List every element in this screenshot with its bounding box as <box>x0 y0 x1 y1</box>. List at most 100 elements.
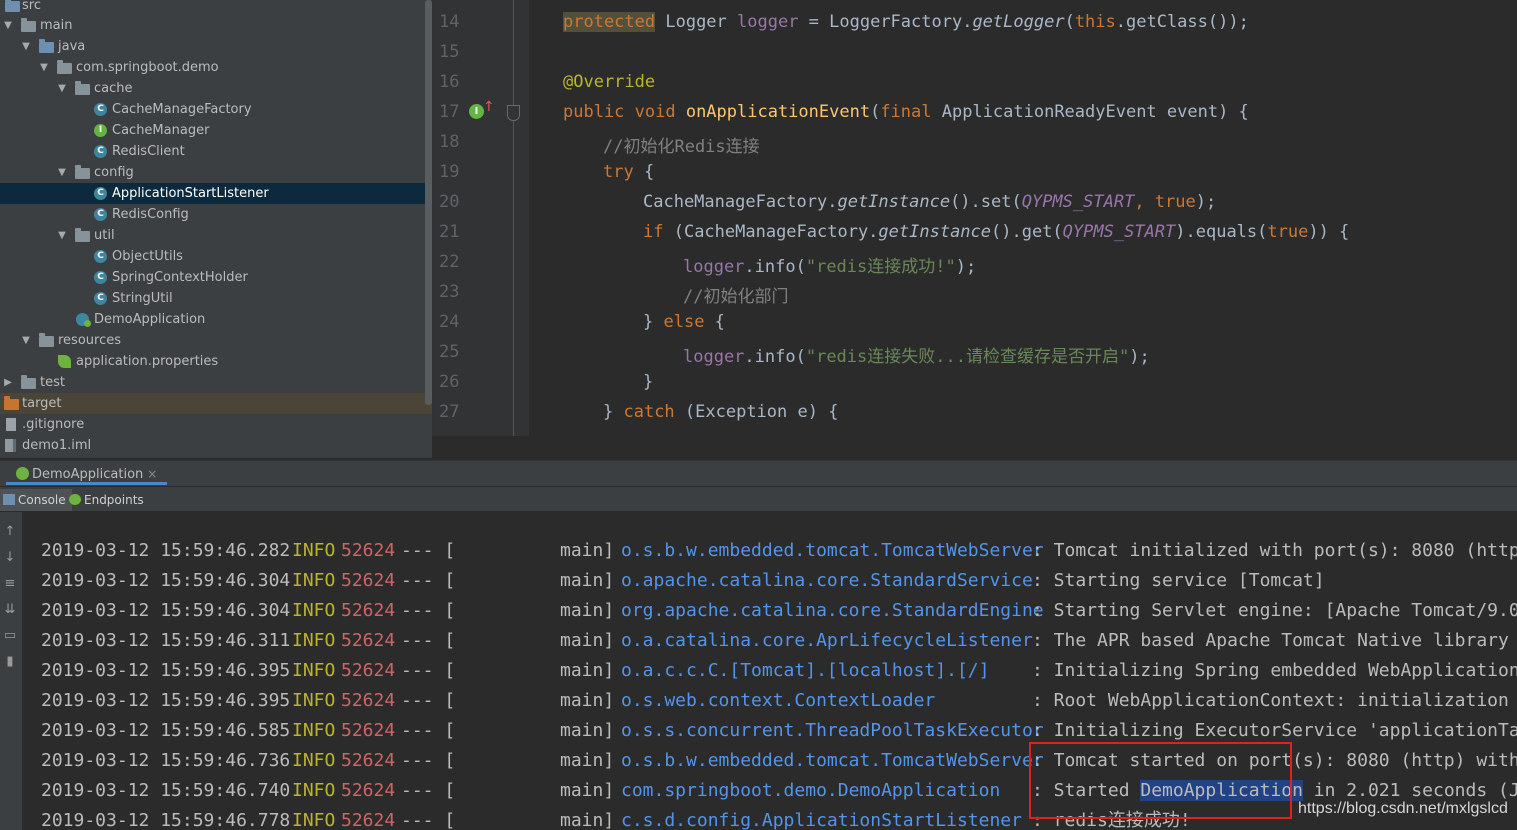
close-icon[interactable]: × <box>147 467 157 481</box>
code-line-20: CacheManageFactory.getInstance().set(QYP… <box>643 192 1217 212</box>
class-icon: C <box>94 187 107 200</box>
tree-item-applicationstartlistener[interactable]: C ApplicationStartListener <box>0 183 432 204</box>
console-icon <box>3 494 15 505</box>
expand-arrow-icon[interactable]: ▼ <box>2 15 14 36</box>
log-line: 2019-03-12 15:59:46.304 INFO 52624 --- [mai… <box>41 600 1517 621</box>
iml-file-icon <box>5 439 16 452</box>
spring-boot-run-icon <box>16 467 29 480</box>
editor-gutter: 14 15 16 17 18 19 20 21 22 23 24 25 26 2… <box>433 0 529 436</box>
log-logger-link[interactable]: com.springboot.demo.DemoApplication <box>621 776 1000 806</box>
tree-item-cache[interactable]: ▼ cache <box>0 78 432 99</box>
tree-item-test[interactable]: ▶ test <box>0 372 432 393</box>
expand-arrow-icon[interactable]: ▼ <box>20 36 32 57</box>
go-to-super-arrow-icon[interactable]: ↑ <box>483 99 495 115</box>
code-line-18: //初始化Redis连接 <box>603 137 760 157</box>
line-number: 16 <box>439 72 460 92</box>
log-line-started: 2019-03-12 15:59:46.740 INFO 52624 --- [mai… <box>22 746 1517 801</box>
code-editor[interactable]: 14 15 16 17 18 19 20 21 22 23 24 25 26 2… <box>432 0 1517 436</box>
tree-item-redisconfig[interactable]: C RedisConfig <box>0 204 432 225</box>
scroll-to-end-icon[interactable]: ⇊ <box>2 602 18 618</box>
class-icon: C <box>94 292 107 305</box>
excluded-folder-icon <box>4 396 19 410</box>
file-icon <box>6 418 16 431</box>
tree-item-demoapplication[interactable]: DemoApplication <box>0 309 432 330</box>
line-number: 23 <box>439 282 460 302</box>
code-line-27: } catch (Exception e) { <box>603 402 839 422</box>
class-icon: C <box>94 250 107 263</box>
line-number: 17 <box>439 102 460 122</box>
package-icon <box>75 165 90 179</box>
tree-item-redisclient[interactable]: C RedisClient <box>0 141 432 162</box>
tree-item-config[interactable]: ▼ config <box>0 162 432 183</box>
class-icon: C <box>94 103 107 116</box>
log-line: 2019-03-12 15:59:46.311 INFO 52624 --- [mai… <box>41 630 1509 651</box>
tree-item-gitignore[interactable]: .gitignore <box>0 414 432 435</box>
line-number: 21 <box>439 222 460 242</box>
annotation-highlight-box <box>1029 742 1292 819</box>
fold-marker-icon[interactable] <box>507 105 520 121</box>
line-number: 15 <box>439 42 460 62</box>
tree-item-stringutil[interactable]: C StringUtil <box>0 288 432 309</box>
expand-arrow-icon[interactable]: ▼ <box>56 78 68 99</box>
line-number: 25 <box>439 342 460 362</box>
tree-item-main[interactable]: ▼ main <box>0 15 432 36</box>
tree-item-package-root[interactable]: ▼ com.springboot.demo <box>0 57 432 78</box>
package-icon <box>57 60 72 74</box>
expand-arrow-icon[interactable]: ▼ <box>56 162 68 183</box>
folder-icon <box>21 18 36 32</box>
scroll-down-icon[interactable]: ↓ <box>2 550 18 566</box>
log-line: 2019-03-12 15:59:46.395 INFO 52624 --- [mai… <box>41 690 1517 711</box>
tree-scrollbar[interactable] <box>425 0 432 405</box>
tree-item-src[interactable]: src <box>0 0 432 16</box>
collapse-arrow-icon[interactable]: ▶ <box>2 372 14 393</box>
line-number: 18 <box>439 132 460 152</box>
tab-endpoints[interactable]: Endpoints <box>66 489 150 511</box>
code-line-21: if (CacheManageFactory.getInstance().get… <box>643 222 1350 242</box>
soft-wrap-icon[interactable]: ≡ <box>2 576 18 592</box>
tree-item-springcontextholder[interactable]: C SpringContextHolder <box>0 267 432 288</box>
interface-icon: I <box>94 124 107 137</box>
log-line-redis: 2019-03-12 15:59:46.778 INFO 52624 --- [mai… <box>22 776 1191 830</box>
spring-leaf-icon <box>58 355 71 368</box>
console-output[interactable]: 2019-03-12 15:59:46.282 INFO 52624 --- [mai… <box>22 512 1517 830</box>
code-line-23: //初始化部门 <box>683 287 789 307</box>
tree-item-resources[interactable]: ▼ resources <box>0 330 432 351</box>
tab-console[interactable]: Console <box>0 489 72 511</box>
folder-icon <box>21 375 36 389</box>
line-number: 22 <box>439 252 460 272</box>
log-line: 2019-03-12 15:59:46.304 INFO 52624 --- [mai… <box>41 570 1325 591</box>
log-line: 2019-03-12 15:59:46.282 INFO 52624 --- [mai… <box>41 540 1517 561</box>
tree-item-objectutils[interactable]: C ObjectUtils <box>0 246 432 267</box>
code-line-25: logger.info("redis连接失败...请检查缓存是否开启"); <box>683 347 1150 367</box>
print-icon[interactable]: ▭ <box>2 628 18 644</box>
log-logger-link[interactable]: c.s.d.config.ApplicationStartListener <box>621 806 1022 830</box>
spring-boot-class-icon <box>76 313 91 327</box>
project-tree: src ▼ main ▼ java ▼ com.springboot.demo … <box>0 0 432 458</box>
line-number: 19 <box>439 162 460 182</box>
tree-item-util[interactable]: ▼ util <box>0 225 432 246</box>
code-line-24: } else { <box>643 312 725 332</box>
implements-method-icon[interactable]: I <box>469 104 484 119</box>
expand-arrow-icon[interactable]: ▼ <box>20 330 32 351</box>
tree-item-java[interactable]: ▼ java <box>0 36 432 57</box>
log-line: 2019-03-12 15:59:46.736 INFO 52624 --- [mai… <box>41 750 1517 771</box>
line-number: 20 <box>439 192 460 212</box>
tree-item-application-properties[interactable]: application.properties <box>0 351 432 372</box>
tree-item-demo1-iml[interactable]: demo1.iml <box>0 435 432 456</box>
source-folder-icon <box>5 0 20 12</box>
scroll-up-icon[interactable]: ↑ <box>2 524 18 540</box>
tree-item-cachemanagefactory[interactable]: C CacheManageFactory <box>0 99 432 120</box>
tree-item-cachemanager[interactable]: I CacheManager <box>0 120 432 141</box>
run-subtabs: Console Endpoints <box>0 486 1517 512</box>
run-tab-demoapplication[interactable]: DemoApplication × <box>6 463 168 485</box>
class-icon: C <box>94 208 107 221</box>
endpoints-icon <box>69 494 81 505</box>
expand-arrow-icon[interactable]: ▼ <box>38 57 50 78</box>
tree-item-target[interactable]: target <box>0 393 432 414</box>
run-toolwindow-header: DemoApplication × <box>0 460 1517 486</box>
expand-arrow-icon[interactable]: ▼ <box>56 225 68 246</box>
code-line-17: public void onApplicationEvent(final App… <box>563 102 1249 122</box>
line-number: 24 <box>439 312 460 332</box>
line-number: 27 <box>439 402 460 422</box>
clear-all-icon[interactable]: ▮ <box>2 654 18 670</box>
